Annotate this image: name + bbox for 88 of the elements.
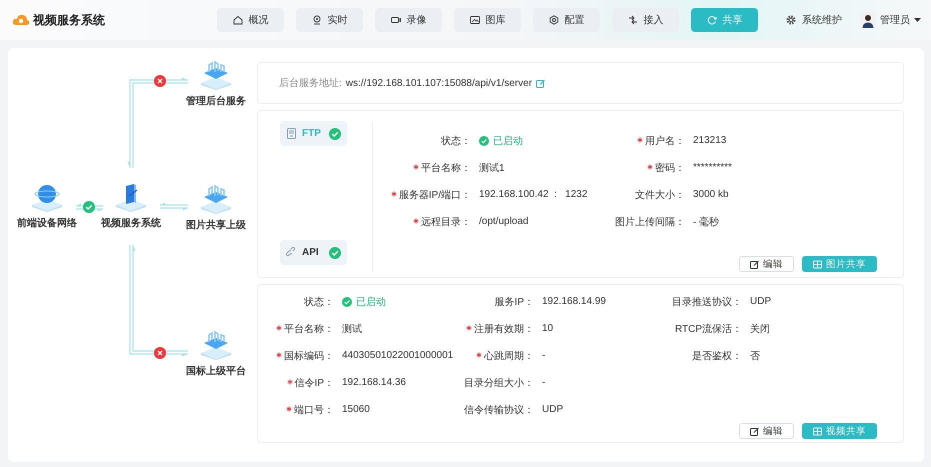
field-value: 15060	[342, 404, 370, 415]
field-label: 端口号：	[294, 404, 334, 416]
field-label: 状态：	[304, 296, 334, 308]
field-label: 后台服务地址:	[279, 76, 342, 90]
field-value: 测试1	[479, 162, 505, 174]
field-label: 信令传输协议：	[464, 404, 534, 416]
field-value: 3000 kb	[693, 189, 729, 200]
link-icon	[286, 247, 296, 258]
server-icon	[200, 330, 232, 360]
field-value: 测试	[342, 322, 362, 336]
nav-tab[interactable]: 录像	[375, 8, 442, 32]
grid-icon	[813, 260, 822, 268]
field-label: 平台名称：	[284, 324, 334, 334]
status-text: 已启动	[356, 296, 386, 308]
document-icon	[286, 128, 296, 139]
field-label: 心跳周期：	[484, 350, 534, 362]
field-label: 服务器IP/端口：	[398, 190, 471, 200]
field-value: 10	[542, 323, 554, 334]
field-value: -	[542, 350, 546, 361]
field-label: 文件大小：	[635, 190, 685, 200]
field-value: /opt/upload	[479, 216, 528, 227]
user-menu[interactable]: 管理员	[860, 12, 921, 28]
pin-icon	[312, 15, 322, 25]
node-label: 国标上级平台	[186, 364, 246, 378]
field-value: - 毫秒	[693, 216, 720, 228]
field-value: UDP	[542, 404, 564, 415]
field-label: 信令IP：	[294, 378, 334, 388]
nav-tab[interactable]: 概况	[217, 8, 284, 32]
arrows-icon	[628, 15, 638, 25]
field-label: 用户名：	[645, 136, 685, 146]
node-label: 管理后台服务	[186, 94, 246, 108]
house-icon	[232, 15, 242, 25]
field-label: 平台名称：	[421, 162, 471, 174]
nav-tab[interactable]: 实时	[296, 8, 363, 32]
server-icon	[200, 60, 232, 90]
field-label: 服务IP：	[494, 296, 534, 308]
field-value: **********	[693, 162, 732, 173]
nav-tab[interactable]: 配置	[533, 8, 600, 32]
check-icon	[479, 136, 489, 146]
status-text: 已启动	[493, 134, 523, 148]
field-label: RTCP流保活：	[674, 324, 742, 334]
field-label: 图片上传间隔：	[615, 216, 685, 228]
edit-icon[interactable]	[536, 78, 546, 88]
connector-arrow	[160, 202, 188, 210]
field-value: 213213	[693, 135, 726, 146]
globe-icon	[31, 182, 63, 212]
server-icon	[200, 184, 232, 214]
caret-icon	[914, 18, 921, 22]
app-title: 视频服务系统	[33, 12, 105, 28]
field-label: 国标编码：	[284, 350, 334, 362]
field-label: 目录分组大小：	[464, 378, 534, 388]
edit-icon	[750, 260, 759, 268]
maintenance-link[interactable]: 系统维护	[785, 13, 842, 27]
field-value: -	[542, 377, 546, 388]
gear-icon	[785, 14, 797, 26]
node-label: 前端设备网络	[17, 216, 77, 230]
nav-tab[interactable]: 图库	[454, 8, 521, 32]
field-value: 192.168.14.99	[542, 296, 606, 307]
field-value: 关闭	[750, 322, 770, 336]
refresh-icon	[706, 15, 716, 25]
field-label: 注册有效期：	[474, 324, 534, 334]
node-label: 图片共享上级	[186, 218, 246, 232]
field-value: 44030501022001000001	[342, 350, 454, 361]
protocol-tab[interactable]: API	[280, 240, 347, 265]
hexagon-icon	[548, 15, 558, 25]
field-label: 目录推送协议：	[672, 296, 742, 308]
image-icon	[470, 15, 480, 25]
field-value: 192.168.100.42 : 1232	[479, 189, 588, 200]
field-label: 远程目录：	[421, 216, 471, 228]
field-label: 是否鉴权：	[692, 350, 742, 362]
check-icon	[342, 296, 352, 306]
edit-button[interactable]: 编辑	[739, 256, 794, 272]
field-label: 状态：	[441, 136, 471, 146]
grid-icon	[813, 426, 822, 436]
field-value: 否	[750, 350, 760, 362]
edit-button[interactable]: 编辑	[739, 423, 794, 439]
monitor-icon	[115, 182, 147, 212]
cloud-icon	[12, 13, 30, 27]
connector-arrow	[76, 204, 103, 212]
field-value: UDP	[750, 296, 772, 307]
camera-icon	[390, 15, 400, 25]
avatar-icon	[860, 12, 876, 28]
field-value: ws://192.168.101.107:15088/api/v1/server	[346, 78, 532, 88]
field-value: 192.168.14.36	[342, 377, 406, 388]
field-label: 密码：	[655, 162, 685, 174]
nav-tab[interactable]: 接入	[612, 8, 679, 32]
node-label: 视频服务系统	[101, 216, 161, 230]
edit-icon	[750, 426, 759, 436]
